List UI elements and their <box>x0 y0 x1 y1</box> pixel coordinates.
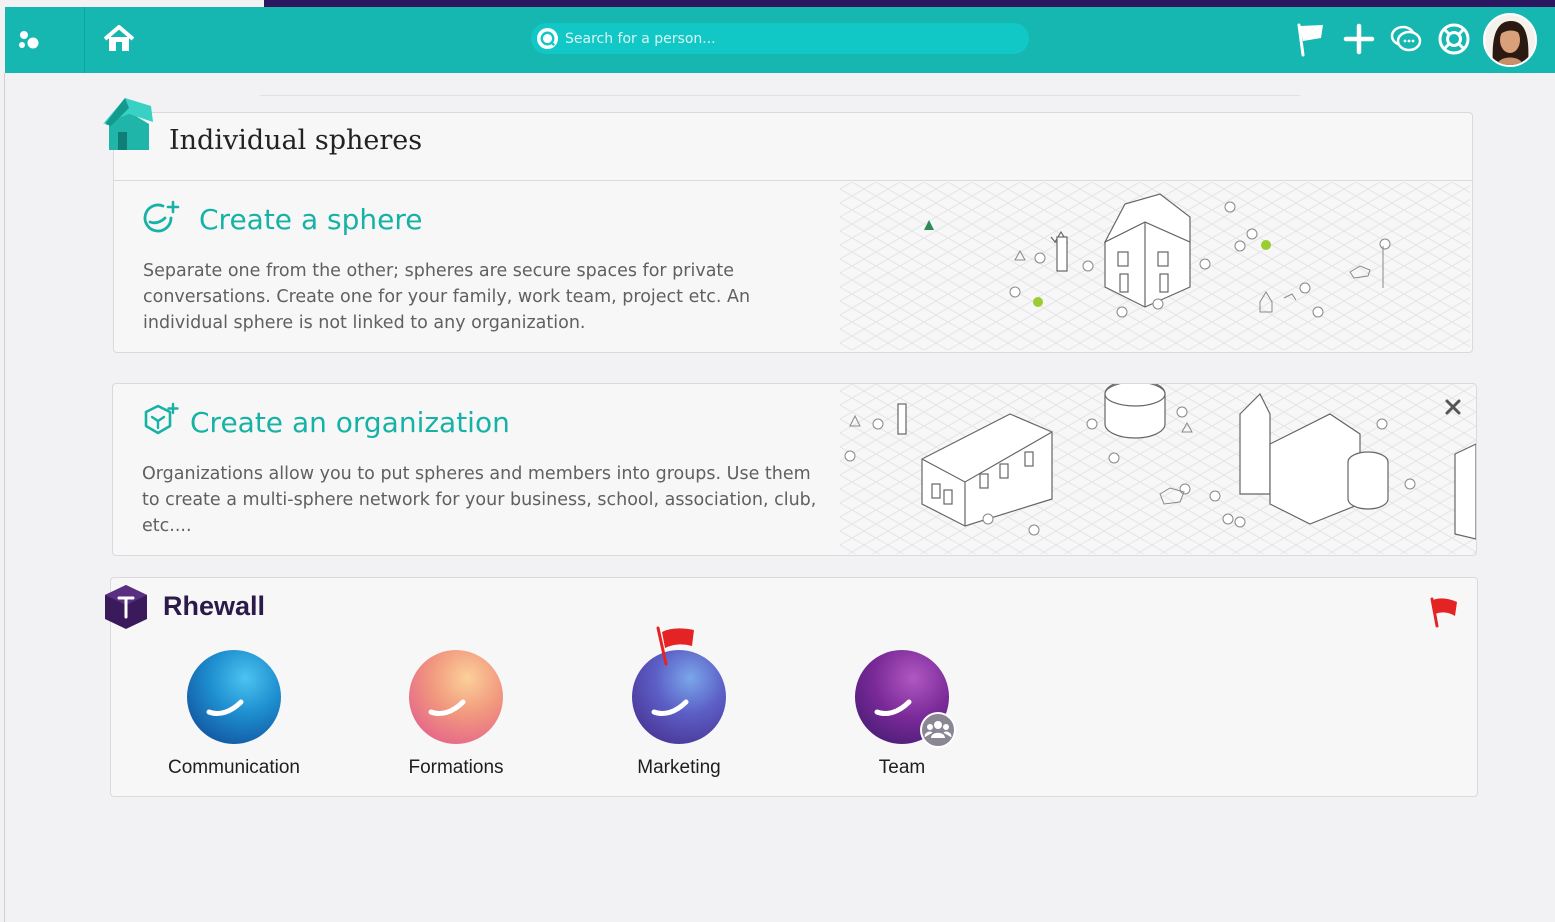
content-divider <box>260 95 1300 96</box>
chat-icon[interactable] <box>1388 21 1424 57</box>
create-sphere-description: Separate one from the other; spheres are… <box>143 261 751 333</box>
help-icon[interactable] <box>1436 21 1472 57</box>
top-strip <box>0 0 1555 7</box>
create-sphere-icon <box>143 200 180 233</box>
organization-logo-icon <box>105 585 147 629</box>
sphere-formations[interactable]: Formations <box>356 650 556 779</box>
village-illustration <box>840 182 1470 350</box>
top-navbar <box>5 7 1555 73</box>
city-illustration <box>840 384 1476 554</box>
sphere-flag-icon <box>656 626 694 666</box>
create-organization-description: Organizations allow you to put spheres a… <box>142 464 817 536</box>
sphere-communication[interactable]: Communication <box>134 650 334 779</box>
card-divider <box>114 180 1472 181</box>
home-icon <box>103 25 135 51</box>
group-badge-icon <box>920 712 956 748</box>
user-avatar[interactable] <box>1483 13 1537 67</box>
sphere-marketing[interactable]: Marketing <box>579 650 779 779</box>
plus-icon[interactable] <box>1341 21 1377 57</box>
sphere-swoosh-icon <box>428 699 466 717</box>
left-border <box>4 73 5 922</box>
create-organization-icon <box>144 402 179 435</box>
home-button[interactable] <box>87 7 153 73</box>
logo-icon <box>19 31 39 49</box>
search-icon <box>536 27 559 50</box>
sphere-label: Team <box>878 757 926 778</box>
search-input[interactable] <box>565 23 1015 54</box>
sphere-label: Formations <box>408 757 504 778</box>
sphere-label: Communication <box>168 757 300 778</box>
create-organization-link[interactable]: Create an organization <box>190 406 510 439</box>
section-title: Individual spheres <box>169 125 423 156</box>
sphere-label: Marketing <box>637 757 721 778</box>
flag-icon[interactable] <box>1293 21 1329 57</box>
organization-name[interactable]: Rhewall <box>163 591 265 622</box>
sphere-avatar <box>409 650 503 744</box>
sphere-avatar <box>187 650 281 744</box>
search-bar[interactable] <box>531 23 1029 54</box>
red-flag-icon[interactable] <box>1427 596 1461 628</box>
sphere-swoosh-icon <box>206 699 244 717</box>
app-logo[interactable] <box>5 7 85 73</box>
close-icon[interactable] <box>1444 398 1462 416</box>
create-sphere-link[interactable]: Create a sphere <box>199 203 422 236</box>
sphere-team[interactable]: Team <box>802 650 1002 779</box>
avatar-image <box>1485 15 1535 65</box>
house-icon <box>103 98 153 150</box>
